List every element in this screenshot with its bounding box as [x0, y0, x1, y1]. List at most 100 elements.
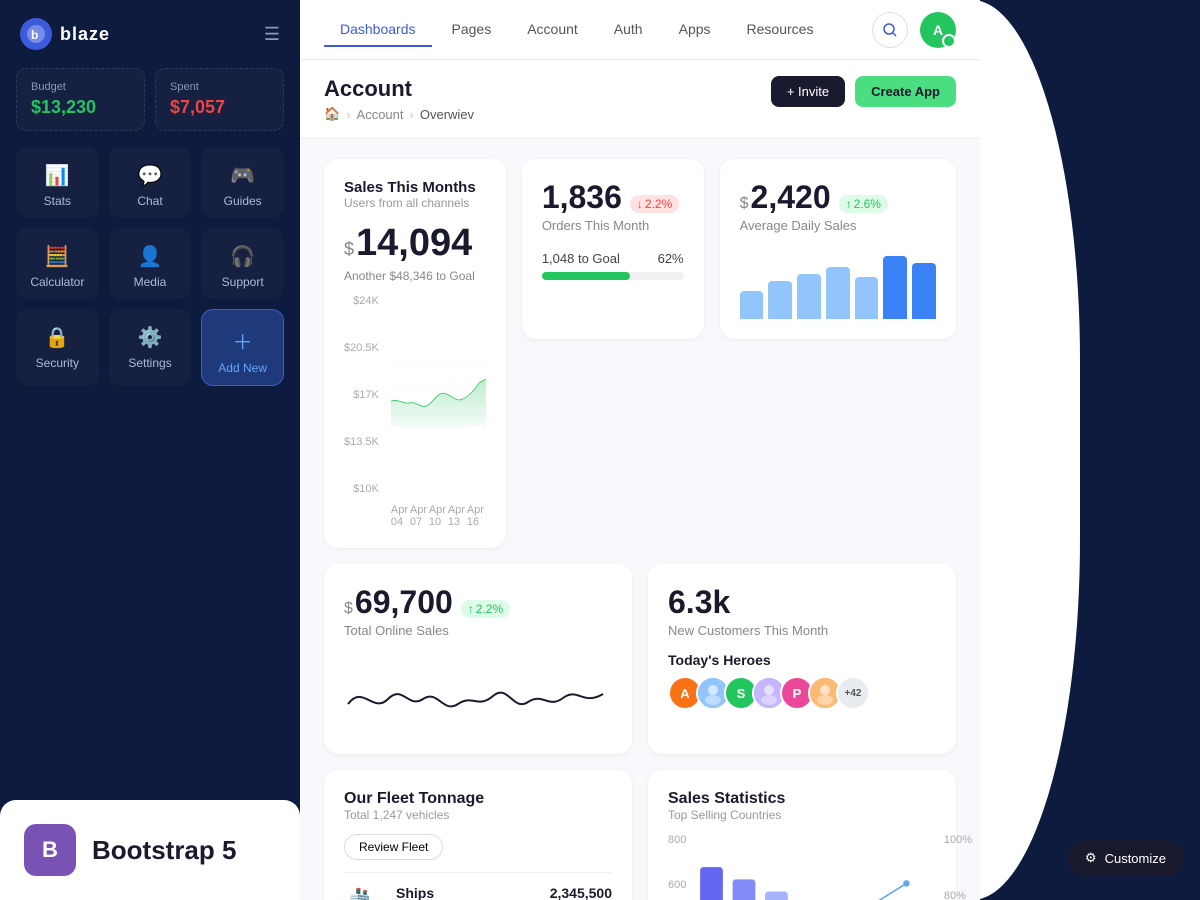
sales-prefix: $	[344, 239, 354, 260]
customers-value-row: 6.3k	[668, 584, 936, 621]
logo-icon: b	[20, 18, 52, 50]
sidebar-item-label: Security	[36, 356, 79, 370]
goal-text: 1,048 to Goal	[542, 251, 620, 266]
customers-value: 6.3k	[668, 584, 730, 621]
chat-icon: 💬	[138, 163, 163, 188]
x-label-1: Apr 04	[391, 504, 410, 528]
stats-pct-labels: 100% 80% 60% 40%	[944, 834, 972, 900]
nav-account[interactable]: Account	[511, 13, 594, 47]
sidebar-item-support[interactable]: 🎧 Support	[201, 228, 284, 299]
calculator-icon: 🧮	[45, 244, 70, 269]
svg-text:b: b	[31, 28, 38, 42]
sidebar-item-stats[interactable]: 📊 Stats	[16, 147, 99, 218]
main-content: Dashboards Pages Account Auth Apps Resou…	[300, 0, 980, 900]
top-nav-right: A	[872, 12, 956, 48]
hero-count: +42	[836, 676, 870, 710]
bootstrap-letter: B	[42, 837, 58, 863]
stats-y-labels: 800 600 400 200	[668, 834, 686, 900]
progress-bar	[542, 272, 684, 280]
sales-stats-title: Sales Statistics	[668, 790, 936, 808]
security-icon: 🔒	[45, 325, 70, 350]
sidebar-item-security[interactable]: 🔒 Security	[16, 309, 99, 386]
settings-icon: ⚙️	[138, 325, 163, 350]
stats-svg	[692, 834, 936, 900]
online-sales-prefix: $	[344, 600, 353, 618]
ships-value: 2,345,500 Tons	[550, 885, 612, 900]
sales-goal-text: Another $48,346 to Goal	[344, 269, 486, 283]
bar-3	[797, 274, 821, 320]
nav-pages[interactable]: Pages	[436, 13, 508, 47]
online-sales-row: $ 69,700 ↑ 2.2%	[344, 584, 612, 621]
right-panel: ⚙ Customize	[980, 0, 1200, 900]
orders-value: 1,836	[542, 179, 622, 216]
sales-amount-row: $ 14,094	[344, 222, 486, 265]
y-label-5: $10K	[344, 483, 379, 495]
breadcrumb-current: Overwiev	[420, 107, 474, 122]
x-label-5: Apr 16	[467, 504, 486, 528]
y-label-3: $17K	[344, 389, 379, 401]
metrics-row: 1,836 ↓ 2.2% Orders This Month 1,048 to …	[324, 159, 956, 548]
sidebar-item-settings[interactable]: ⚙️ Settings	[109, 309, 192, 386]
page-actions: + Invite Create App	[771, 76, 956, 107]
sidebar-item-calculator[interactable]: 🧮 Calculator	[16, 228, 99, 299]
customers-card: 6.3k New Customers This Month Today's He…	[648, 564, 956, 754]
nav-dashboards[interactable]: Dashboards	[324, 13, 432, 47]
sidebar-item-add-new[interactable]: ＋ Add New	[201, 309, 284, 386]
customize-label: Customize	[1105, 851, 1166, 866]
daily-sales-change: ↑ 2.6%	[839, 195, 888, 213]
heroes-title: Today's Heroes	[668, 652, 936, 668]
sidebar-item-label: Media	[134, 275, 167, 289]
user-avatar-button[interactable]: A	[920, 12, 956, 48]
budget-cards: Budget $13,230 Spent $7,057	[0, 68, 300, 147]
sales-stats-chart: 800 600 400 200	[668, 834, 936, 900]
sidebar-item-guides[interactable]: 🎮 Guides	[201, 147, 284, 218]
logo-area: b blaze	[20, 18, 110, 50]
online-sales-pct: 2.2%	[476, 602, 503, 616]
online-sales-value: 69,700	[355, 584, 453, 621]
y-label-1: $24K	[344, 295, 379, 307]
daily-sales-label: Average Daily Sales	[740, 218, 936, 233]
x-axis-labels: Apr 04 Apr 07 Apr 10 Apr 13 Apr 16	[391, 504, 486, 528]
nav-apps[interactable]: Apps	[663, 13, 727, 47]
menu-icon[interactable]: ☰	[264, 24, 280, 45]
customize-icon: ⚙	[1085, 850, 1097, 866]
y-axis-labels: $24K $20.5K $17K $13.5K $10K	[344, 295, 379, 495]
bootstrap-name: Bootstrap 5	[92, 835, 236, 866]
online-sales-card: $ 69,700 ↑ 2.2% Total Online Sales	[324, 564, 632, 754]
pct-80: 80%	[944, 890, 972, 900]
sales-month-title: Sales This Months	[344, 179, 486, 196]
sales-line-chart	[391, 295, 486, 495]
orders-label: Orders This Month	[542, 218, 684, 233]
y-label-2: $20.5K	[344, 342, 379, 354]
daily-sales-arrow: ↑	[846, 197, 852, 211]
second-row: $ 69,700 ↑ 2.2% Total Online Sales	[324, 564, 956, 754]
wavy-line-chart	[344, 654, 612, 734]
invite-button[interactable]: + Invite	[771, 76, 845, 107]
spent-label: Spent	[170, 81, 269, 93]
ships-tons: 2,345,500	[550, 885, 612, 900]
orders-change-arrow: ↓	[637, 197, 643, 211]
create-app-button[interactable]: Create App	[855, 76, 956, 107]
app-name: blaze	[60, 24, 110, 45]
sidebar: b blaze ☰ Budget $13,230 Spent $7,057 📊 …	[0, 0, 300, 900]
sidebar-item-chat[interactable]: 💬 Chat	[109, 147, 192, 218]
progress-fill	[542, 272, 630, 280]
sidebar-item-label: Support	[222, 275, 264, 289]
page-content: Account 🏠 › Account › Overwiev + Invite …	[300, 60, 980, 900]
add-new-icon: ＋	[233, 326, 253, 355]
bar-2	[768, 281, 792, 320]
review-fleet-button[interactable]: Review Fleet	[344, 834, 443, 860]
sidebar-item-media[interactable]: 👤 Media	[109, 228, 192, 299]
sidebar-header: b blaze ☰	[0, 0, 300, 68]
nav-resources[interactable]: Resources	[731, 13, 830, 47]
right-panel-curve	[980, 0, 1080, 900]
customize-button[interactable]: ⚙ Customize	[1067, 840, 1184, 876]
top-nav: Dashboards Pages Account Auth Apps Resou…	[300, 0, 980, 60]
page-header-left: Account 🏠 › Account › Overwiev	[324, 76, 474, 122]
page-header: Account 🏠 › Account › Overwiev + Invite …	[300, 60, 980, 139]
budget-value: $13,230	[31, 97, 130, 118]
sales-month-card: Sales This Months Users from all channel…	[324, 159, 506, 548]
nav-auth[interactable]: Auth	[598, 13, 659, 47]
search-button[interactable]	[872, 12, 908, 48]
stats-chart-inner: 100% 80% 60% 40%	[692, 834, 936, 900]
